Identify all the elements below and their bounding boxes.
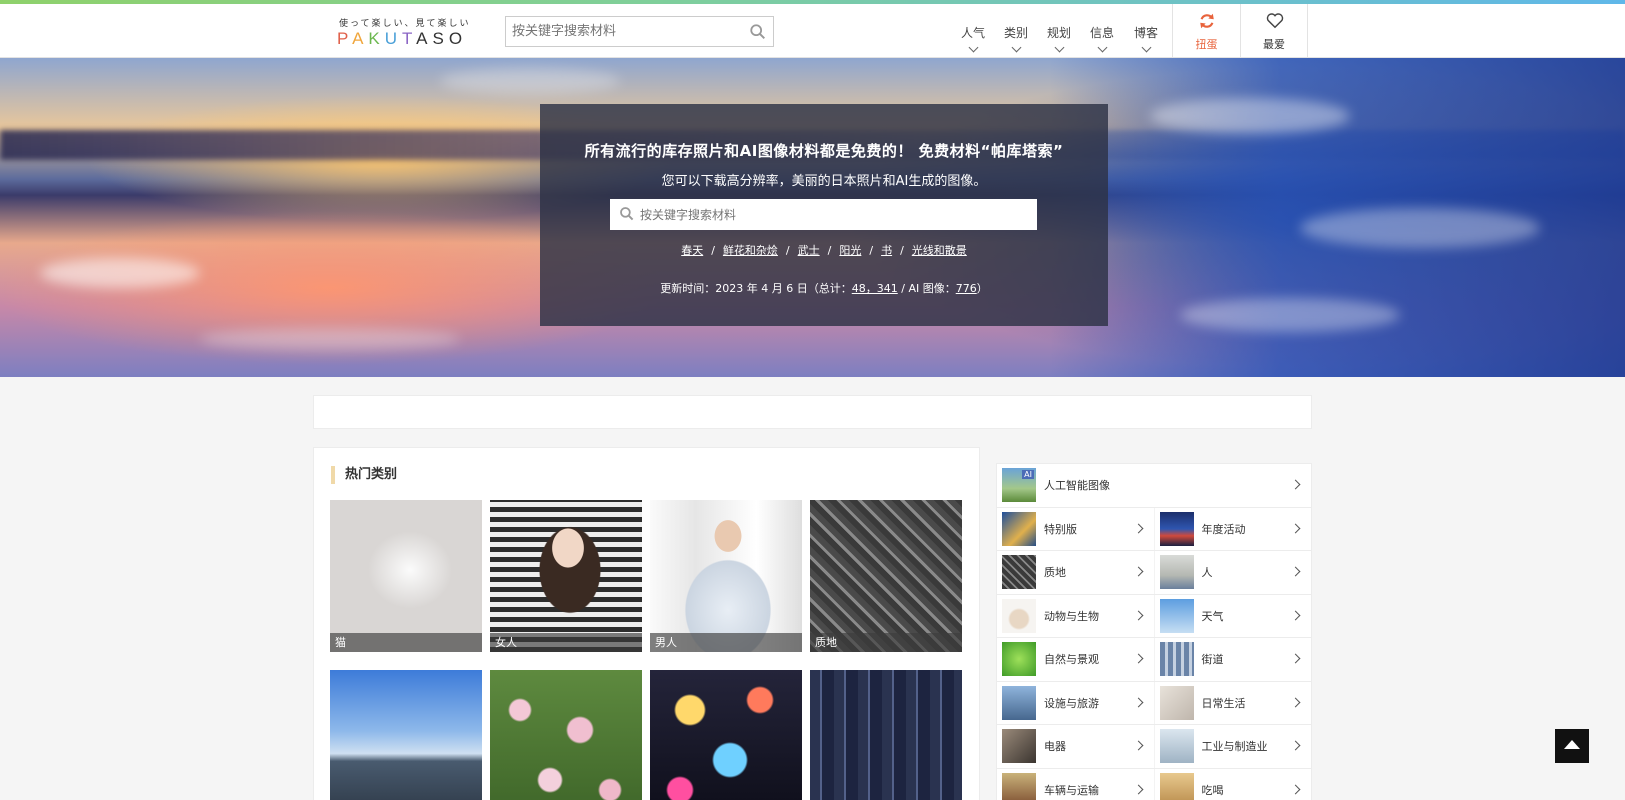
tag-link[interactable]: 阳光	[839, 244, 861, 257]
shuffle-label: 扭蛋	[1195, 38, 1218, 51]
favorite-button[interactable]: 最爱	[1240, 4, 1308, 58]
category-list: AI 人工智能图像 特别版 年度活动 质地 人 动物与生物 天气 自然与景观 街…	[996, 463, 1312, 800]
category-row: 设施与旅游 日常生活	[997, 681, 1312, 725]
category-item[interactable]: 自然与景观	[997, 638, 1154, 681]
chevron-right-icon	[1290, 697, 1301, 707]
category-tile-flowers[interactable]	[490, 670, 642, 800]
category-tile-mountain[interactable]	[330, 670, 482, 800]
category-item[interactable]: 街道	[1153, 638, 1312, 681]
hero-title: 所有流行的库存照片和AI图像材料都是免费的！ 免费材料“帕库塔索”	[584, 142, 1064, 160]
shuffle-button[interactable]: 扭蛋	[1172, 4, 1240, 58]
chevron-right-icon	[1133, 566, 1143, 577]
pakutaso-logo[interactable]: 使って楽しい、見て楽しい PAKUTASO	[337, 14, 469, 50]
ai-thumbnail: AI	[1002, 468, 1036, 503]
chevron-down-icon	[1097, 42, 1107, 53]
nav-blog[interactable]: 博客	[1126, 24, 1166, 53]
chevron-right-icon	[1290, 523, 1301, 533]
chevron-right-icon	[1133, 784, 1143, 794]
popular-heading: 热门类别	[331, 466, 397, 484]
back-to-top-button[interactable]	[1555, 729, 1589, 763]
category-tile-cat[interactable]: 猫	[330, 500, 482, 652]
chevron-right-icon	[1133, 697, 1143, 707]
category-item[interactable]: 电器	[997, 725, 1154, 768]
total-count-link[interactable]: 48，341	[852, 282, 898, 295]
nav-popular[interactable]: 人气	[953, 24, 993, 53]
category-item[interactable]: 吃喝	[1153, 768, 1312, 800]
favorite-label: 最爱	[1263, 38, 1285, 51]
hero-banner: 所有流行的库存照片和AI图像材料都是免费的！ 免费材料“帕库塔索” 您可以下载高…	[0, 58, 1625, 377]
category-tile-bokeh[interactable]	[650, 670, 802, 800]
nav-planning[interactable]: 规划	[1039, 24, 1079, 53]
category-row: AI 人工智能图像	[997, 464, 1311, 508]
tag-link[interactable]: 光线和散景	[912, 244, 967, 257]
heart-icon	[1266, 13, 1284, 29]
chevron-down-icon	[1011, 42, 1021, 53]
hero-search-input[interactable]	[640, 199, 1030, 230]
category-item[interactable]: 设施与旅游	[997, 682, 1154, 725]
chevron-right-icon	[1290, 740, 1301, 751]
category-row: 自然与景观 街道	[997, 638, 1311, 682]
tag-link[interactable]: 鲜花和杂烩	[723, 244, 778, 257]
chevron-right-icon	[1290, 566, 1301, 577]
category-item[interactable]: 质地	[997, 551, 1154, 594]
ad-bar	[313, 395, 1312, 429]
nav-info[interactable]: 信息	[1082, 24, 1122, 53]
category-row: 质地 人	[997, 551, 1311, 595]
chevron-right-icon	[1133, 653, 1143, 664]
search-icon	[620, 207, 634, 221]
chevron-down-icon	[968, 42, 978, 53]
category-row: 动物与生物 天气	[997, 594, 1312, 638]
category-item[interactable]: 动物与生物	[997, 595, 1154, 638]
category-row: 电器 工业与制造业	[997, 725, 1311, 769]
hero-tag-list: 春天 / 鲜花和杂烩 / 武士 / 阳光 / 书 / 光线和散景	[681, 244, 967, 257]
tag-link[interactable]: 书	[881, 244, 892, 257]
arrow-up-icon	[1564, 740, 1580, 749]
refresh-icon	[1200, 13, 1214, 29]
chevron-right-icon	[1290, 479, 1301, 490]
hero-subtitle: 您可以下载高分辨率，美丽的日本照片和AI生成的图像。	[661, 174, 987, 189]
chevron-right-icon	[1290, 610, 1301, 620]
popular-categories: 热门类别 猫 女人 男人 质地	[313, 447, 980, 800]
category-item[interactable]: 日常生活	[1153, 681, 1312, 724]
tag-link[interactable]: 春天	[681, 244, 703, 257]
chevron-right-icon	[1133, 523, 1143, 533]
category-item[interactable]: 工业与制造业	[1153, 725, 1312, 768]
chevron-down-icon	[1054, 42, 1064, 53]
hero-search	[610, 199, 1037, 230]
header-search	[505, 16, 774, 47]
update-info: 更新时间：2023 年 4 月 6 日（总计：48，341 / AI 图像：77…	[660, 282, 988, 295]
chevron-right-icon	[1290, 653, 1301, 664]
category-item[interactable]: 天气	[1153, 594, 1312, 637]
category-tile-texture[interactable]: 质地	[810, 500, 962, 652]
header-search-input[interactable]	[506, 17, 736, 46]
category-item[interactable]: 特别版	[997, 508, 1154, 551]
chevron-right-icon	[1133, 740, 1143, 751]
category-item[interactable]: 人	[1153, 551, 1312, 594]
chevron-right-icon	[1133, 610, 1143, 620]
category-tile-man[interactable]: 男人	[650, 500, 802, 652]
tag-link[interactable]: 武士	[798, 244, 820, 257]
category-tile-woman[interactable]: 女人	[490, 500, 642, 652]
category-row: 特别版 年度活动	[997, 507, 1312, 551]
logo-tagline: 使って楽しい、見て楽しい	[339, 19, 471, 29]
category-row: 车辆与运输 吃喝	[997, 768, 1312, 800]
logo-wordmark: PAKUTASO	[337, 29, 468, 48]
nav-category[interactable]: 类别	[996, 24, 1036, 53]
category-item[interactable]: 车辆与运输	[997, 769, 1154, 800]
search-icon[interactable]	[749, 23, 767, 41]
category-tile-city-night[interactable]	[810, 670, 962, 800]
category-item-ai[interactable]: AI 人工智能图像	[997, 464, 1311, 507]
chevron-right-icon	[1290, 784, 1301, 794]
chevron-down-icon	[1141, 42, 1151, 53]
category-item[interactable]: 年度活动	[1153, 507, 1312, 550]
ai-count-link[interactable]: 776	[956, 282, 977, 295]
hero-panel: 所有流行的库存照片和AI图像材料都是免费的！ 免费材料“帕库塔索” 您可以下载高…	[540, 104, 1108, 326]
site-header: 使って楽しい、見て楽しい PAKUTASO 人气 类别 规划 信息 博客 扭蛋 …	[0, 4, 1625, 58]
